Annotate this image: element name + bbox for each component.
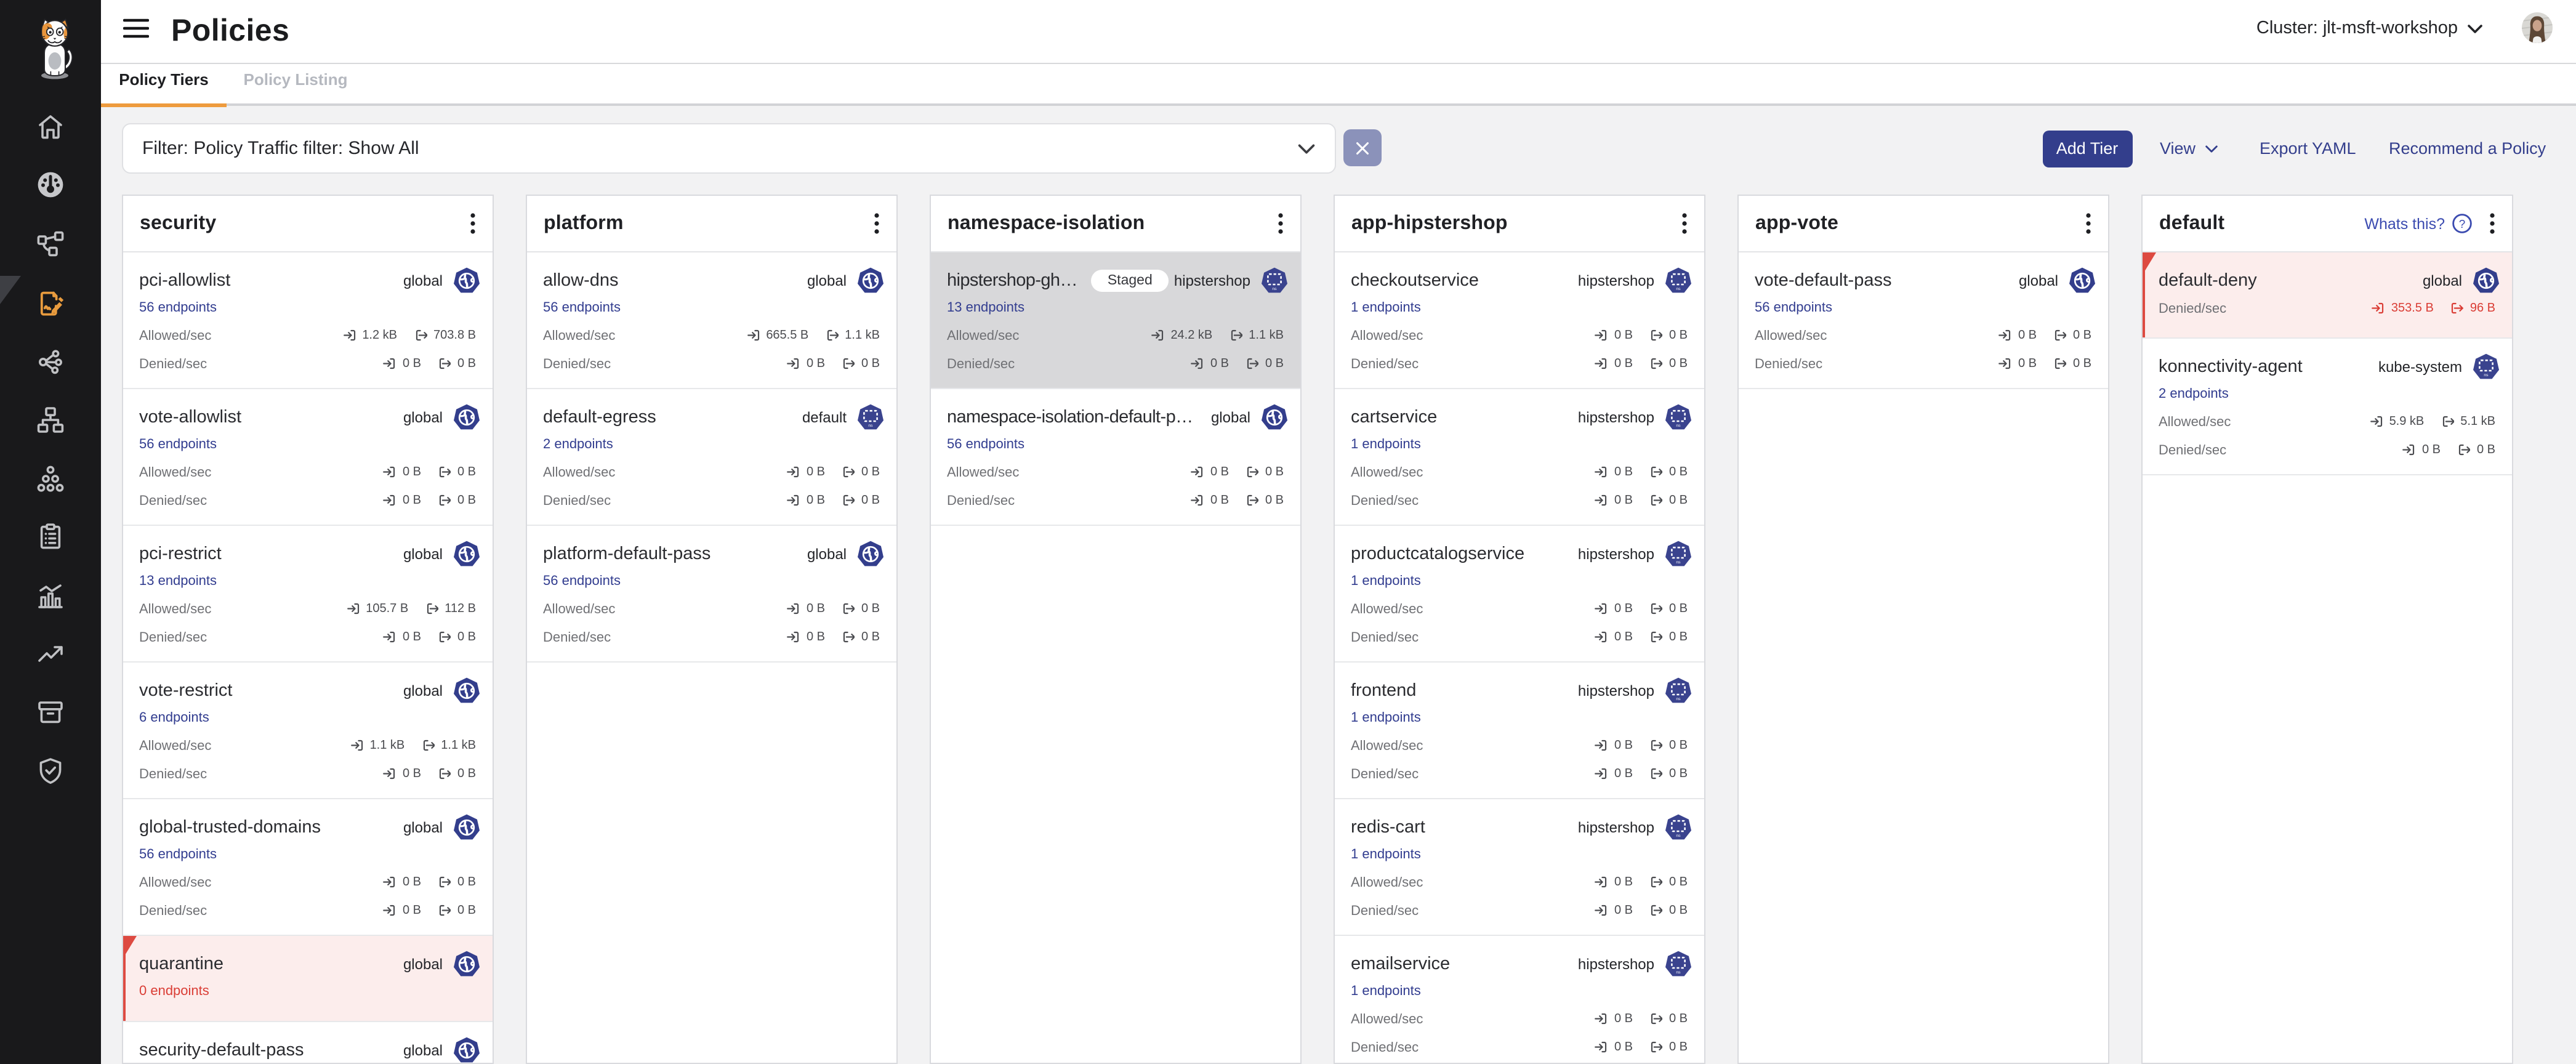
svg-text:ns: ns xyxy=(1675,697,1680,701)
svg-text:ns: ns xyxy=(1675,834,1680,838)
svg-text:ns: ns xyxy=(1675,287,1680,291)
svg-text:ns: ns xyxy=(867,424,872,428)
svg-text:ns: ns xyxy=(1271,287,1276,291)
svg-text:ns: ns xyxy=(2483,373,2488,377)
svg-text:?: ? xyxy=(2458,218,2465,231)
svg-text:ns: ns xyxy=(1675,560,1680,565)
svg-text:ns: ns xyxy=(1675,970,1680,975)
svg-text:ns: ns xyxy=(1675,424,1680,428)
